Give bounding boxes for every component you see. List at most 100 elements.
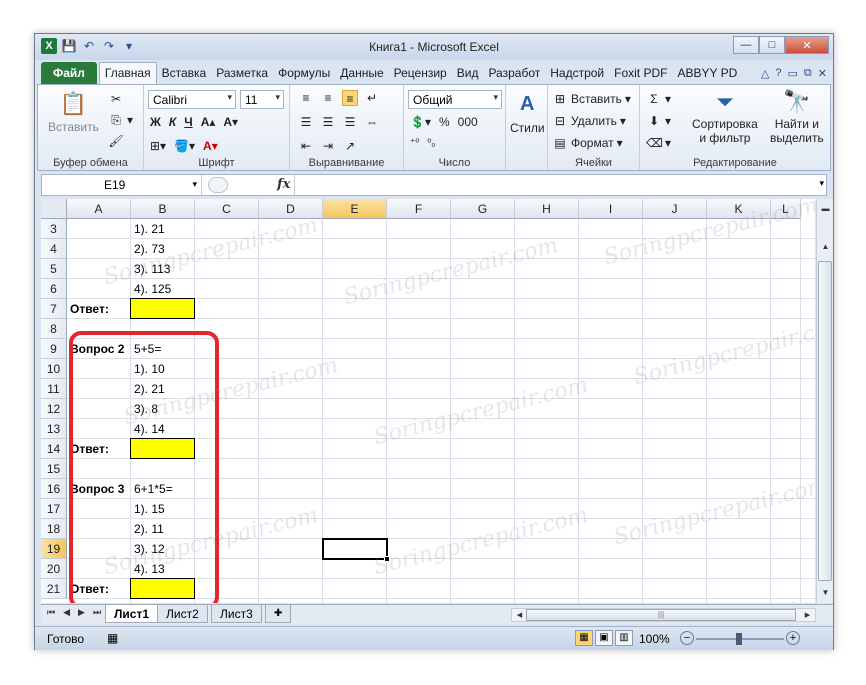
- column-header-i[interactable]: I: [579, 199, 643, 219]
- split-box-icon[interactable]: ▬: [818, 201, 833, 216]
- column-header-b[interactable]: B: [131, 199, 195, 219]
- insert-function-button[interactable]: fx: [277, 177, 290, 192]
- align-right-icon[interactable]: ☰: [342, 114, 358, 130]
- row-header-21[interactable]: 21: [41, 579, 67, 599]
- column-header-c[interactable]: C: [195, 199, 259, 219]
- workbook-close-icon[interactable]: ✕: [818, 67, 827, 80]
- row-header-12[interactable]: 12: [41, 399, 67, 419]
- tab-review[interactable]: Рецензир: [389, 63, 452, 84]
- row-header-15[interactable]: 15: [41, 459, 67, 479]
- font-grow-icon[interactable]: A▴: [201, 115, 216, 129]
- new-sheet-icon[interactable]: ✚: [265, 605, 292, 623]
- italic-button[interactable]: К: [169, 115, 176, 129]
- clear-icon[interactable]: ⌫ ▾: [646, 135, 671, 151]
- merge-center-icon[interactable]: ⇔: [364, 114, 380, 130]
- minimize-button[interactable]: —: [733, 36, 759, 54]
- increase-indent-icon[interactable]: ⇥: [320, 138, 336, 154]
- row-header-8[interactable]: 8: [41, 319, 67, 339]
- scroll-right-icon[interactable]: ▶: [800, 608, 815, 623]
- font-size-select[interactable]: 11 ▾: [240, 90, 284, 109]
- insert-cells-button[interactable]: ⊞ Вставить ▾: [552, 91, 631, 107]
- maximize-button[interactable]: □: [759, 36, 785, 54]
- column-header-g[interactable]: G: [451, 199, 515, 219]
- zoom-slider-knob[interactable]: [736, 633, 742, 645]
- borders-icon[interactable]: ⊞▾: [150, 139, 166, 153]
- align-center-icon[interactable]: ☰: [320, 114, 336, 130]
- expand-formula-bar-icon[interactable]: ▾: [819, 178, 824, 189]
- row-header-5[interactable]: 5: [41, 259, 67, 279]
- row-header-7[interactable]: 7: [41, 299, 67, 319]
- tab-data[interactable]: Данные: [335, 63, 388, 84]
- row-header-11[interactable]: 11: [41, 379, 67, 399]
- page-break-view-icon[interactable]: ▥: [615, 630, 633, 646]
- font-name-select[interactable]: Calibri ▾: [148, 90, 236, 109]
- percent-button[interactable]: %: [439, 115, 450, 129]
- vertical-scroll-thumb[interactable]: [818, 261, 832, 581]
- minimize-ribbon-icon[interactable]: △: [761, 67, 769, 80]
- wrap-text-icon[interactable]: ↵: [364, 90, 380, 106]
- align-middle-icon[interactable]: ≡: [320, 90, 336, 106]
- tab-formulas[interactable]: Формулы: [273, 63, 335, 84]
- cell-a7[interactable]: Ответ:: [67, 299, 109, 319]
- tab-page-layout[interactable]: Разметка: [211, 63, 273, 84]
- tab-home[interactable]: Главная: [98, 62, 157, 84]
- decrease-indent-icon[interactable]: ⇤: [298, 138, 314, 154]
- thousands-button[interactable]: 000: [458, 115, 478, 129]
- tab-developer[interactable]: Разработ: [483, 63, 545, 84]
- sheet-tab-1[interactable]: Лист1: [105, 605, 159, 623]
- find-select-button[interactable]: 🔭 Найти и выделить: [770, 87, 824, 145]
- row-header-9[interactable]: 9: [41, 339, 67, 359]
- tab-file[interactable]: Файл: [41, 62, 97, 84]
- scroll-left-icon[interactable]: ◀: [512, 608, 527, 623]
- cell-b6[interactable]: 4). 125: [131, 279, 171, 299]
- format-painter-icon[interactable]: 🖌: [108, 133, 124, 149]
- workbook-restore-icon[interactable]: ⧉: [804, 67, 812, 80]
- column-header-k[interactable]: K: [707, 199, 771, 219]
- increase-decimal-button[interactable]: ⁺⁰: [410, 138, 419, 149]
- select-all-corner[interactable]: [41, 199, 67, 219]
- sort-filter-button[interactable]: ⏷ Сортировка и фильтр: [692, 87, 758, 145]
- close-button[interactable]: ✕: [785, 36, 829, 54]
- cut-icon[interactable]: ✂: [108, 91, 124, 107]
- tab-addins[interactable]: Надстрой: [545, 63, 609, 84]
- bold-button[interactable]: Ж: [150, 115, 161, 129]
- row-header-17[interactable]: 17: [41, 499, 67, 519]
- last-sheet-icon[interactable]: ⏭: [93, 607, 101, 618]
- row-header-20[interactable]: 20: [41, 559, 67, 579]
- name-box-dropdown-icon[interactable]: ▾: [192, 179, 197, 190]
- first-sheet-icon[interactable]: ⏮: [47, 607, 55, 618]
- fill-handle[interactable]: [384, 556, 390, 562]
- vertical-scrollbar[interactable]: ▬ ▲ ▼: [816, 199, 833, 603]
- delete-cells-button[interactable]: ⊟ Удалить ▾: [552, 113, 626, 129]
- normal-view-icon[interactable]: ▦: [575, 630, 593, 646]
- row-header-13[interactable]: 13: [41, 419, 67, 439]
- name-box[interactable]: E19 ▾: [42, 175, 202, 195]
- horizontal-scroll-thumb[interactable]: |||: [526, 609, 796, 621]
- row-header-14[interactable]: 14: [41, 439, 67, 459]
- fill-color-icon[interactable]: 🪣▾: [174, 139, 195, 153]
- font-shrink-icon[interactable]: A▾: [223, 115, 238, 129]
- copy-icon[interactable]: ⎘ ▾: [108, 112, 133, 128]
- tab-foxit-pdf[interactable]: Foxit PDF: [609, 63, 672, 84]
- row-header-3[interactable]: 3: [41, 219, 67, 239]
- align-left-icon[interactable]: ☰: [298, 114, 314, 130]
- tab-view[interactable]: Вид: [452, 63, 484, 84]
- column-header-a[interactable]: A: [67, 199, 131, 219]
- active-cell-selection[interactable]: [322, 538, 388, 560]
- row-header-19[interactable]: 19: [41, 539, 67, 559]
- row-header-10[interactable]: 10: [41, 359, 67, 379]
- page-layout-view-icon[interactable]: ▣: [595, 630, 613, 646]
- paste-button[interactable]: 📋 Вставить: [48, 89, 99, 134]
- orientation-icon[interactable]: ↗: [342, 138, 358, 154]
- align-bottom-icon[interactable]: ≡: [342, 90, 358, 106]
- autosum-icon[interactable]: Σ ▾: [646, 91, 671, 107]
- cell-b3[interactable]: 1). 21: [131, 219, 165, 239]
- underline-button[interactable]: Ч: [184, 115, 192, 129]
- styles-button[interactable]: A Стили: [510, 89, 545, 136]
- column-header-l[interactable]: L: [771, 199, 801, 219]
- scroll-down-icon[interactable]: ▼: [818, 585, 833, 600]
- fill-icon[interactable]: ⬇ ▾: [646, 113, 671, 129]
- currency-icon[interactable]: 💲▾: [410, 115, 431, 129]
- formula-input[interactable]: [294, 175, 808, 195]
- row-header-16[interactable]: 16: [41, 479, 67, 499]
